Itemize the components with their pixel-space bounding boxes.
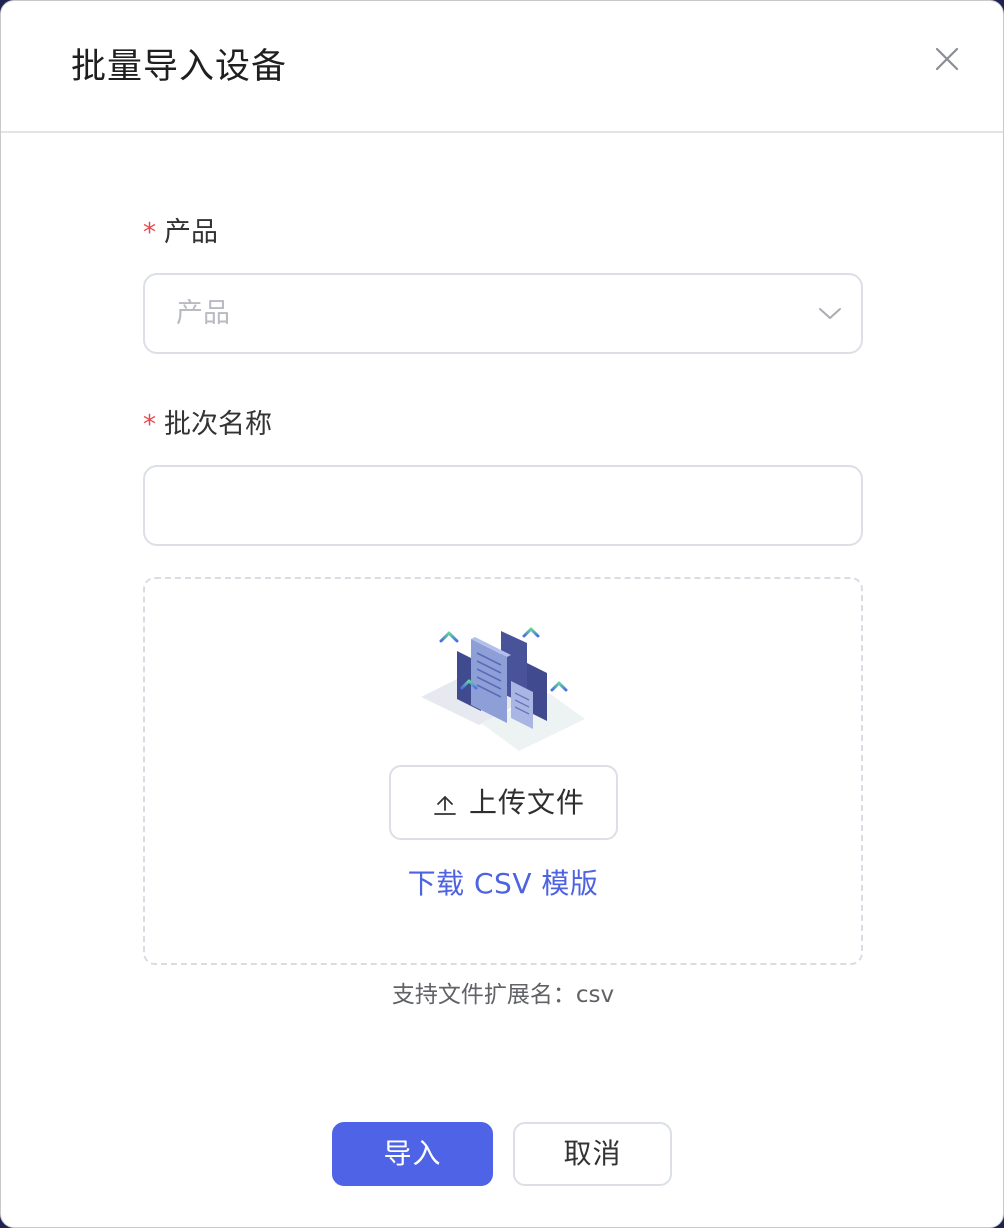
import-devices-dialog: 批量导入设备 * 产品 产品 * 批次名称 上传文件 下载 CSV 模版 支持文… xyxy=(0,0,1004,1228)
upload-dropzone[interactable]: 上传文件 下载 CSV 模版 xyxy=(143,577,863,965)
close-icon xyxy=(935,47,959,71)
page: 批量导入设备 * 产品 产品 * 批次名称 上传文件 下载 CSV 模版 支持文… xyxy=(0,0,1004,1228)
import-button[interactable]: 导入 xyxy=(332,1122,493,1186)
upload-file-button[interactable]: 上传文件 xyxy=(389,765,618,840)
required-asterisk: * xyxy=(143,218,156,248)
upload-files-illustration xyxy=(421,627,585,751)
product-label-text: 产品 xyxy=(164,217,218,248)
download-csv-template-link[interactable]: 下载 CSV 模版 xyxy=(145,865,861,903)
batch-name-label: * 批次名称 xyxy=(143,407,272,443)
batch-name-input[interactable] xyxy=(143,465,863,546)
dialog-title: 批量导入设备 xyxy=(71,47,288,87)
upload-icon xyxy=(434,796,456,815)
product-label: * 产品 xyxy=(143,215,218,251)
dialog-header: 批量导入设备 xyxy=(1,1,1003,133)
chevron-down-icon xyxy=(819,308,841,319)
close-button[interactable] xyxy=(927,39,967,79)
product-select[interactable]: 产品 xyxy=(143,273,863,354)
required-asterisk: * xyxy=(143,410,156,440)
product-select-placeholder: 产品 xyxy=(176,298,230,329)
batch-name-label-text: 批次名称 xyxy=(164,409,272,440)
upload-file-label: 上传文件 xyxy=(469,786,586,819)
supported-extensions-hint: 支持文件扩展名：csv xyxy=(391,982,615,1008)
cancel-button[interactable]: 取消 xyxy=(513,1122,672,1186)
